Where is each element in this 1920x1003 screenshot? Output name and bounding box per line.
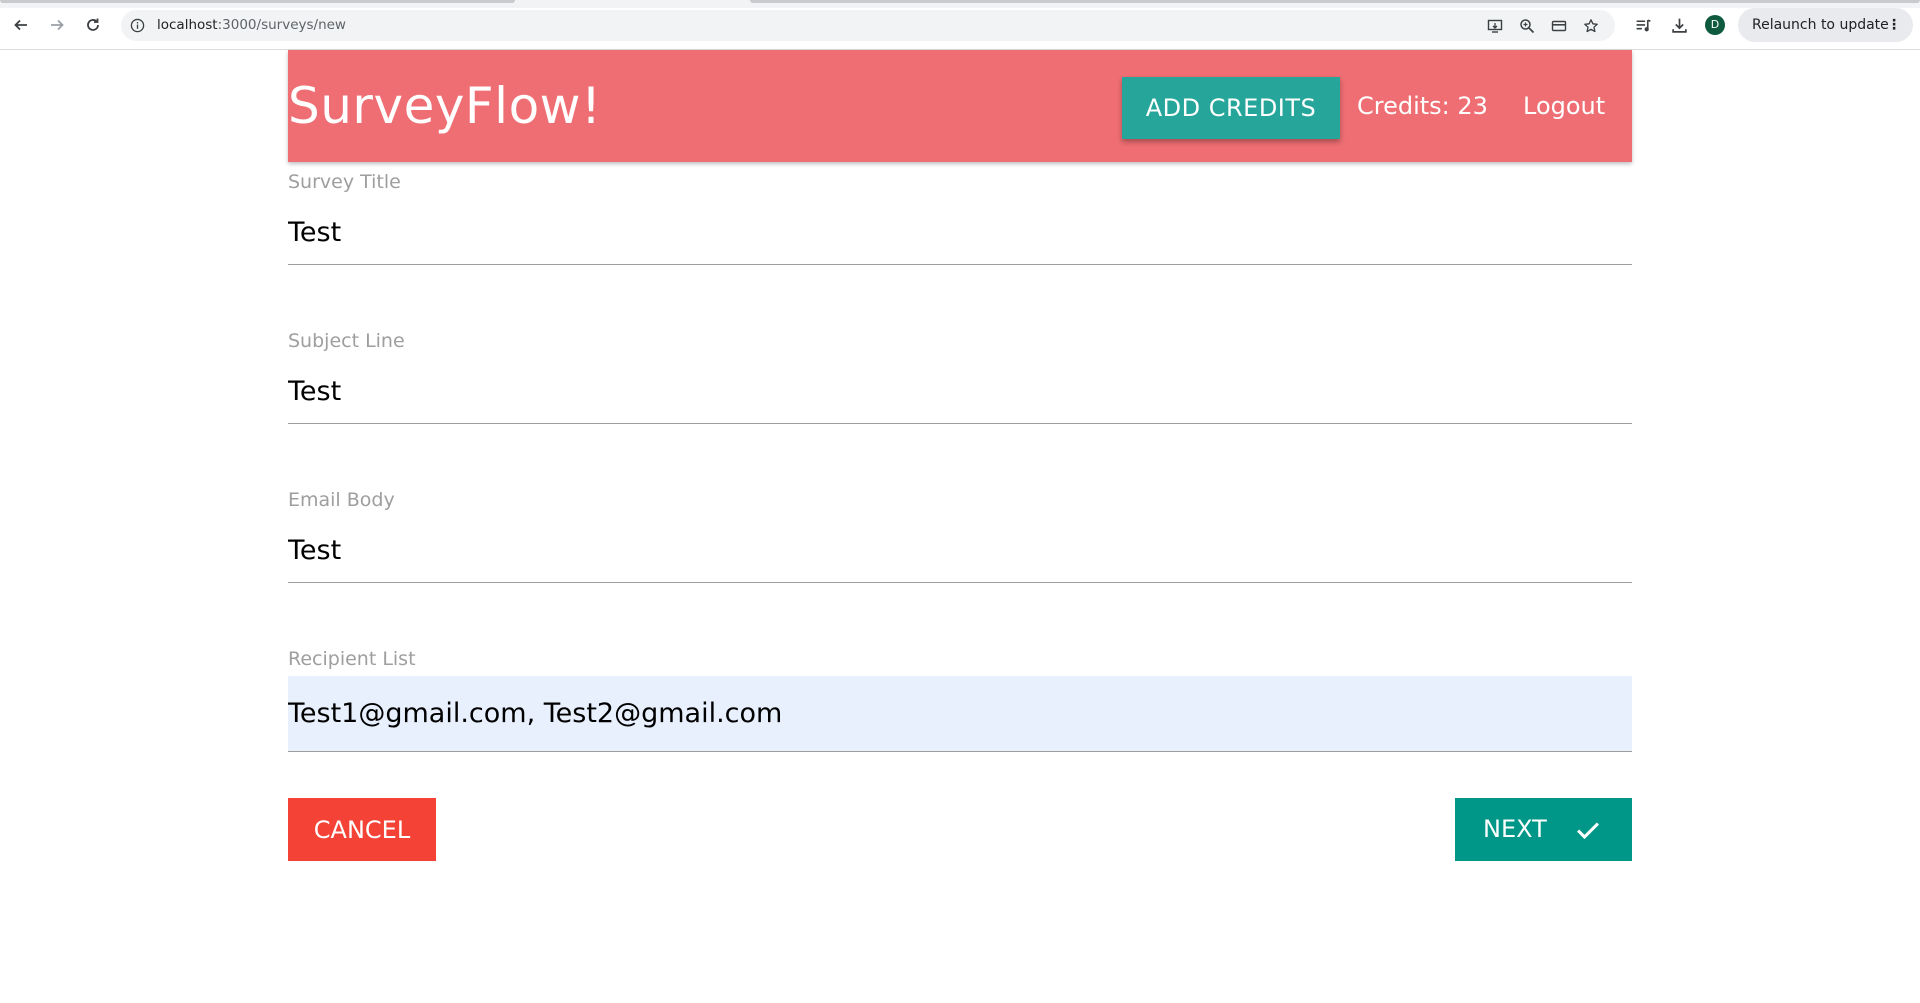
download-icon[interactable] (1668, 14, 1690, 36)
navbar: SurveyFlow! ADD CREDITS Credits: 23 Logo… (288, 50, 1632, 162)
back-icon (14, 19, 27, 31)
browser-toolbar: localhost:3000/surveys/new D Relaunch to… (0, 0, 1920, 50)
url-text: localhost:3000/surveys/new (157, 10, 346, 41)
tab-edge (0, 0, 515, 3)
reload-button[interactable] (81, 13, 105, 37)
back-button[interactable] (9, 13, 33, 37)
site-info-icon[interactable] (129, 17, 145, 33)
email-body-label: Email Body (288, 489, 395, 511)
subject-line-input[interactable] (288, 360, 1632, 424)
add-credits-button[interactable]: ADD CREDITS (1122, 77, 1340, 139)
next-button[interactable]: NEXT (1455, 798, 1632, 861)
subject-line-label: Subject Line (288, 330, 405, 352)
recipient-list-label: Recipient List (288, 648, 416, 670)
card-icon[interactable] (1549, 16, 1569, 36)
bookmark-star-icon[interactable] (1581, 16, 1601, 36)
check-icon (1577, 822, 1599, 840)
forward-button[interactable] (45, 13, 69, 37)
media-queue-icon[interactable] (1632, 14, 1654, 36)
logout-link[interactable]: Logout (1523, 50, 1605, 162)
survey-title-label: Survey Title (288, 171, 401, 193)
relaunch-button[interactable]: Relaunch to update ⋮ (1738, 8, 1913, 42)
next-label: NEXT (1483, 815, 1547, 843)
app-container: SurveyFlow! ADD CREDITS Credits: 23 Logo… (288, 50, 1632, 861)
install-app-icon[interactable] (1485, 16, 1505, 36)
cancel-button[interactable]: CANCEL (288, 798, 436, 861)
recipient-list-input[interactable] (288, 676, 1632, 752)
tab-edge (750, 0, 1920, 3)
profile-avatar[interactable]: D (1705, 15, 1725, 35)
tab-strip (0, 0, 1920, 8)
forward-icon (51, 19, 64, 31)
reload-icon (87, 18, 99, 31)
brand-logo[interactable]: SurveyFlow! (288, 50, 602, 162)
relaunch-label: Relaunch to update (1752, 17, 1889, 33)
email-body-input[interactable] (288, 519, 1632, 583)
kebab-menu-icon[interactable]: ⋮ (1887, 8, 1901, 42)
url-host: localhost (157, 17, 218, 33)
url-path: :3000/surveys/new (217, 17, 346, 33)
credits-count: Credits: 23 (1357, 92, 1488, 120)
survey-title-input[interactable] (288, 201, 1632, 265)
zoom-icon[interactable] (1517, 16, 1537, 36)
address-bar[interactable]: localhost:3000/surveys/new (121, 10, 1615, 41)
